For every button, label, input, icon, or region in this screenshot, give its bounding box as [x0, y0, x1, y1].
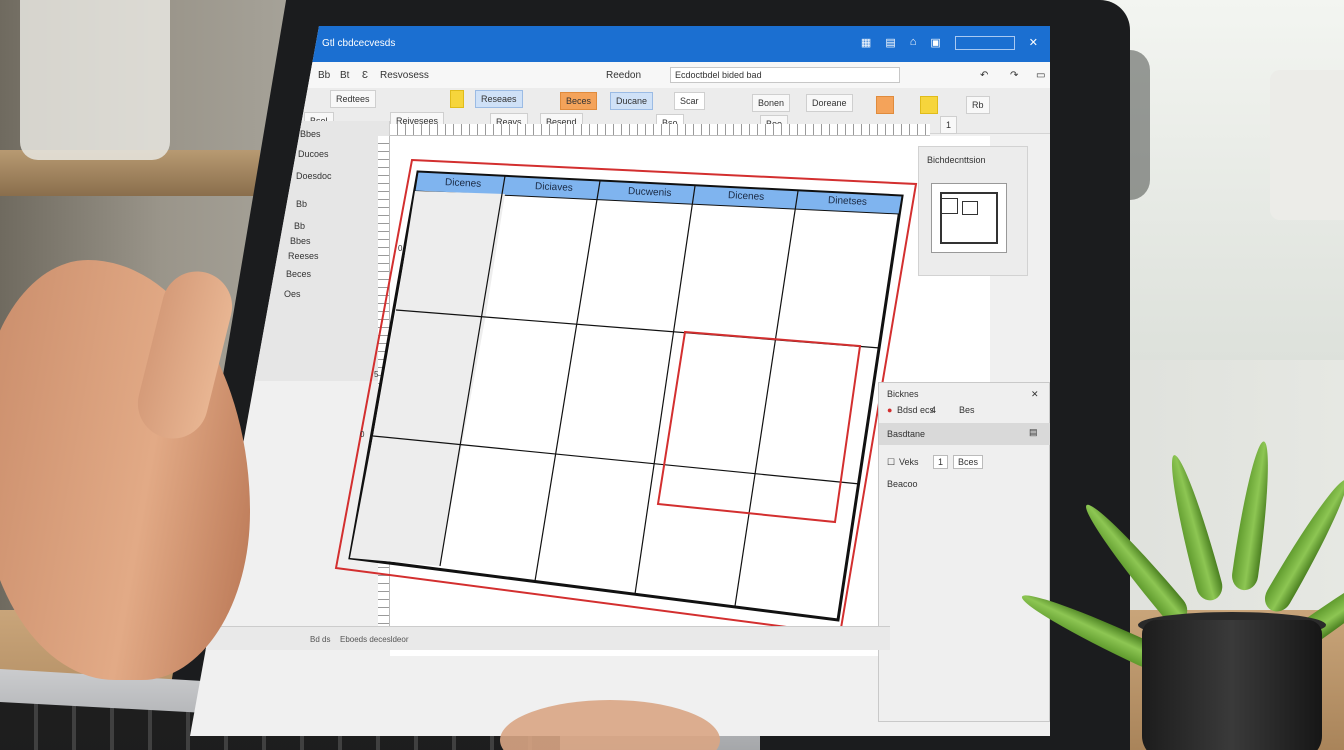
table-shaded-cell: [396, 191, 505, 314]
close-icon[interactable]: ✕: [1031, 389, 1039, 400]
background-planter-right: [1270, 70, 1344, 220]
properties-row-3: Beacoo: [887, 479, 918, 489]
thumbnail-box: [940, 198, 958, 214]
row-label-2: 5: [374, 370, 379, 379]
laptop-screen: Gtl cbdcecvesds ▦ ▤ ⌂ ▣ ✕ Bb Bt Ɛ Resvos…: [190, 26, 1050, 736]
thumbnail-panel-title: Bichdecnttsion: [927, 155, 986, 165]
row-label-3: 0: [360, 430, 365, 439]
table-header-3[interactable]: Ducwenis: [628, 186, 672, 199]
properties-row-1-tail: Bes: [959, 405, 975, 415]
status-bar: Bd ds Eboeds decesldeor: [190, 626, 890, 650]
table-header-5[interactable]: Dinetses: [828, 195, 867, 208]
field-unit-select[interactable]: Bces: [953, 455, 984, 469]
menu-icon[interactable]: ▤: [1029, 427, 1038, 438]
page-thumbnail[interactable]: [931, 183, 1007, 253]
table-header-4[interactable]: Dicenes: [728, 190, 765, 203]
table-header-1[interactable]: Dicenes: [445, 177, 482, 190]
field-value-input[interactable]: 1: [933, 455, 949, 469]
row-label-1: 0: [398, 244, 403, 253]
status-left: Bd ds: [310, 635, 331, 644]
properties-row-1-value[interactable]: 4: [931, 405, 936, 415]
properties-row-1: Bdsd ecs: [897, 405, 935, 415]
properties-title: Bicknes: [887, 389, 919, 399]
background-planter: [20, 0, 170, 160]
properties-section-title: Basdtane: [887, 429, 926, 439]
properties-panel: Bicknes ✕ ● Bdsd ecs 4 Bes Basdtane ▤ ☐ …: [878, 382, 1050, 722]
layout-table[interactable]: [348, 170, 904, 622]
plant-pot: [1142, 620, 1322, 750]
status-center: Eboeds decesldeor: [340, 635, 409, 644]
table-header-2[interactable]: Diciaves: [535, 181, 573, 194]
thumbnail-box: [962, 201, 978, 215]
record-icon: ●: [887, 405, 893, 415]
field-label: Veks: [899, 457, 919, 467]
thumbnail-panel: Bichdecnttsion: [918, 146, 1028, 276]
properties-section: Basdtane ▤: [879, 423, 1050, 445]
checkbox-icon[interactable]: ☐: [887, 457, 895, 468]
